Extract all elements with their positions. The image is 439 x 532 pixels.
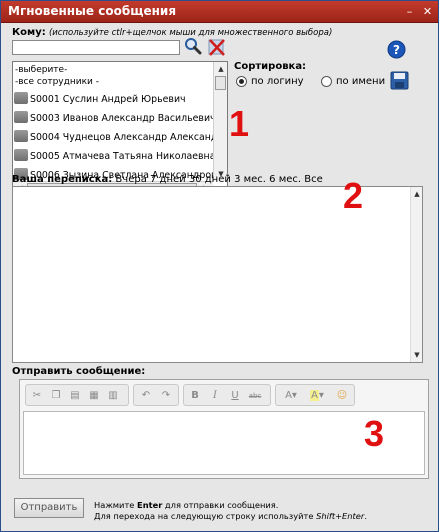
- user-icon: [14, 111, 28, 123]
- bold-icon[interactable]: B: [187, 388, 203, 404]
- scroll-up-icon[interactable]: ▲: [214, 62, 227, 76]
- sort-by-login-label[interactable]: по логину: [251, 76, 304, 87]
- user-icon: [14, 92, 28, 104]
- close-button[interactable]: ✕: [421, 5, 434, 18]
- history-group: ↶ ↷: [133, 384, 179, 406]
- user-name: S0005 Атмачева Татьяна Николаевна: [30, 151, 216, 162]
- help-icon[interactable]: ?: [387, 40, 406, 59]
- history-header: Ваша переписка: Вчера 7 дней 30 дней 3 м…: [12, 174, 323, 185]
- list-option[interactable]: -все сотрудники -: [13, 74, 227, 90]
- italic-icon[interactable]: I: [207, 388, 223, 404]
- paste-text-icon[interactable]: ▦: [86, 388, 102, 404]
- format-group: B I U abc: [183, 384, 271, 406]
- list-item[interactable]: S0001 Суслин Андрей Юрьевич: [13, 90, 227, 109]
- sort-by-name-radio[interactable]: [321, 76, 332, 87]
- annotation-1: 1: [229, 103, 250, 144]
- clear-icon[interactable]: [208, 38, 226, 56]
- strikethrough-icon[interactable]: abc: [247, 388, 263, 404]
- scroll-up-icon[interactable]: ▲: [410, 187, 424, 201]
- history-label: Ваша переписка:: [12, 174, 113, 185]
- window-title: Мгновенные сообщения: [8, 4, 177, 18]
- undo-icon[interactable]: ↶: [138, 388, 154, 404]
- sort-by-login-radio[interactable]: [236, 76, 247, 87]
- scroll-down-icon[interactable]: ▼: [410, 348, 424, 362]
- scroll-thumb[interactable]: [215, 76, 226, 90]
- annotation-3: 3: [364, 413, 385, 454]
- search-icon[interactable]: [184, 37, 202, 55]
- sort-by-name-label[interactable]: по имени: [336, 76, 385, 87]
- color-group: A▾ A▾ ☺: [275, 384, 355, 406]
- save-icon[interactable]: [390, 71, 409, 90]
- to-label-row: Кому: (используйте ctlr+щелчок мыши для …: [12, 27, 332, 38]
- to-label: Кому:: [12, 27, 46, 38]
- user-icon: [14, 149, 28, 161]
- bg-color-icon[interactable]: A▾: [306, 388, 328, 404]
- filter-yesterday[interactable]: Вчера: [115, 174, 146, 185]
- filter-3-months[interactable]: 3 мес.: [234, 174, 266, 185]
- user-name: S0003 Иванов Александр Васильевич: [30, 113, 216, 124]
- annotation-2: 2: [343, 175, 364, 216]
- list-vertical-scrollbar[interactable]: ▲ ▼: [213, 62, 227, 181]
- filter-all[interactable]: Все: [304, 174, 323, 185]
- text-color-icon[interactable]: A▾: [280, 388, 302, 404]
- smiley-icon[interactable]: ☺: [334, 388, 350, 404]
- instant-messages-window: Мгновенные сообщения – ✕ Кому: (использу…: [0, 0, 439, 532]
- list-item[interactable]: S0003 Иванов Александр Васильевич: [13, 109, 227, 128]
- sort-label: Сортировка:: [234, 61, 307, 72]
- minimize-button[interactable]: –: [403, 5, 416, 18]
- redo-icon[interactable]: ↷: [158, 388, 174, 404]
- newline-note: Для перехода на следующую строку использ…: [94, 511, 367, 521]
- to-input[interactable]: [12, 40, 180, 55]
- underline-icon[interactable]: U: [227, 388, 243, 404]
- title-bar: Мгновенные сообщения – ✕: [1, 1, 438, 23]
- paste-icon[interactable]: ▤: [67, 388, 83, 404]
- cut-icon[interactable]: ✂: [29, 388, 45, 404]
- dialog-body: Кому: (используйте ctlr+щелчок мыши для …: [1, 23, 438, 531]
- filter-6-months[interactable]: 6 мес.: [269, 174, 301, 185]
- user-icon: [14, 130, 28, 142]
- copy-icon[interactable]: ❐: [48, 388, 64, 404]
- svg-text:?: ?: [393, 43, 400, 57]
- send-note: Нажмите Enter для отправки сообщения.: [94, 500, 279, 510]
- clipboard-group: ✂ ❐ ▤ ▦ ▥: [25, 384, 129, 406]
- filter-7-days[interactable]: 7 дней: [150, 174, 186, 185]
- history-scrollbar[interactable]: ▲ ▼: [410, 187, 422, 362]
- send-button[interactable]: Отправить: [14, 498, 84, 518]
- compose-label: Отправить сообщение:: [12, 366, 146, 377]
- list-item[interactable]: S0004 Чуднецов Александр Александрович: [13, 128, 227, 147]
- list-item[interactable]: S0005 Атмачева Татьяна Николаевна: [13, 147, 227, 166]
- paste-word-icon[interactable]: ▥: [105, 388, 121, 404]
- user-name: S0004 Чуднецов Александр Александрович: [30, 132, 228, 143]
- user-name: S0001 Суслин Андрей Юрьевич: [30, 94, 186, 105]
- filter-30-days[interactable]: 30 дней: [189, 174, 231, 185]
